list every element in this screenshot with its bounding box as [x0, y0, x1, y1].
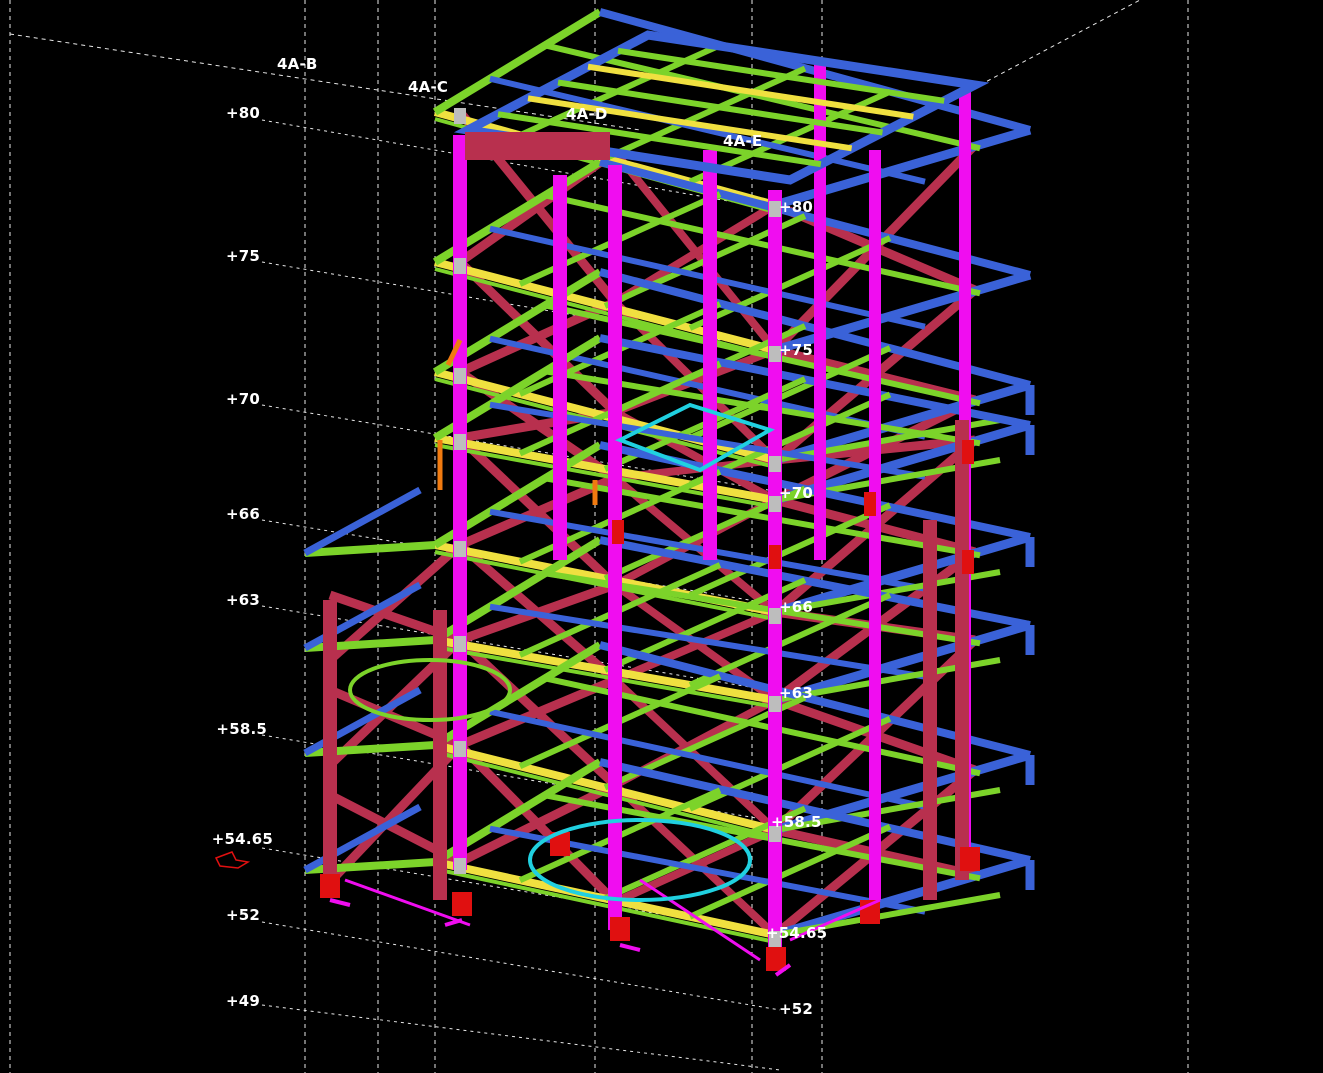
- base-brace: [329, 898, 351, 907]
- level-label-left: +52: [225, 906, 260, 924]
- grid-label-4a-e: 4A-E: [723, 132, 763, 150]
- level-label-right: +66: [779, 598, 814, 616]
- column: [703, 150, 717, 560]
- edge-beam: [434, 867, 776, 944]
- steel-frame[interactable]: [303, 8, 1035, 977]
- connection-plate: [454, 636, 466, 652]
- level-label-left: +75: [225, 247, 260, 265]
- level-label-right: +54.65: [766, 924, 828, 942]
- column: [323, 600, 337, 880]
- base-plate: [610, 917, 630, 941]
- level-label-left: +70: [225, 390, 260, 408]
- connection-plate: [454, 858, 466, 874]
- equipment-marker: [962, 550, 974, 574]
- equipment-marker: [962, 440, 974, 464]
- connection-plate: [454, 258, 466, 274]
- column: [923, 520, 937, 900]
- connection-plate: [454, 434, 466, 450]
- level-label-left: +54.65: [211, 830, 273, 848]
- level-label-right: +58.5: [771, 813, 822, 831]
- connection-plate: [454, 741, 466, 757]
- base-plate: [766, 947, 786, 971]
- level-leader-line: [261, 921, 781, 1011]
- connection-plate: [769, 456, 781, 472]
- level-label-right: +52: [779, 1000, 814, 1018]
- level-label-right: +70: [779, 484, 814, 502]
- column: [608, 165, 622, 930]
- view-direction-icon[interactable]: [214, 851, 251, 869]
- grid-line: [979, 0, 1141, 86]
- equipment-marker: [612, 520, 624, 544]
- grid-label-4a-b: 4A-B: [277, 55, 318, 73]
- level-label-left: +49: [225, 992, 260, 1010]
- base-plate: [452, 892, 472, 916]
- model-viewport[interactable]: 4A-B 4A-C 4A-D 4A-E +80 +75 +70 +66 +63 …: [0, 0, 1323, 1073]
- base-brace: [344, 878, 471, 927]
- equipment-marker: [769, 545, 781, 569]
- level-label-right: +63: [779, 684, 814, 702]
- column: [955, 420, 969, 880]
- column: [553, 175, 567, 560]
- connection-plate: [454, 541, 466, 557]
- column: [869, 150, 881, 900]
- level-label-right: +80: [779, 198, 814, 216]
- column: [453, 135, 467, 870]
- equipment-marker: [864, 492, 876, 516]
- level-label-left: +63: [225, 591, 260, 609]
- level-label-right: +75: [779, 341, 814, 359]
- level-label-left: +58.5: [216, 720, 267, 738]
- column: [433, 610, 447, 900]
- grid-label-4a-c: 4A-C: [408, 78, 449, 96]
- roof-girder: [465, 132, 610, 160]
- level-label-left: +66: [225, 505, 260, 523]
- grid-label-4a-d: 4A-D: [566, 105, 608, 123]
- connection-plate: [454, 368, 466, 384]
- base-plate: [960, 847, 980, 871]
- level-label-left: +80: [225, 104, 260, 122]
- level-leader-line: [261, 1004, 781, 1071]
- base-brace: [619, 943, 641, 952]
- column: [814, 60, 826, 560]
- connection-plate: [454, 108, 466, 124]
- base-plate: [320, 874, 340, 898]
